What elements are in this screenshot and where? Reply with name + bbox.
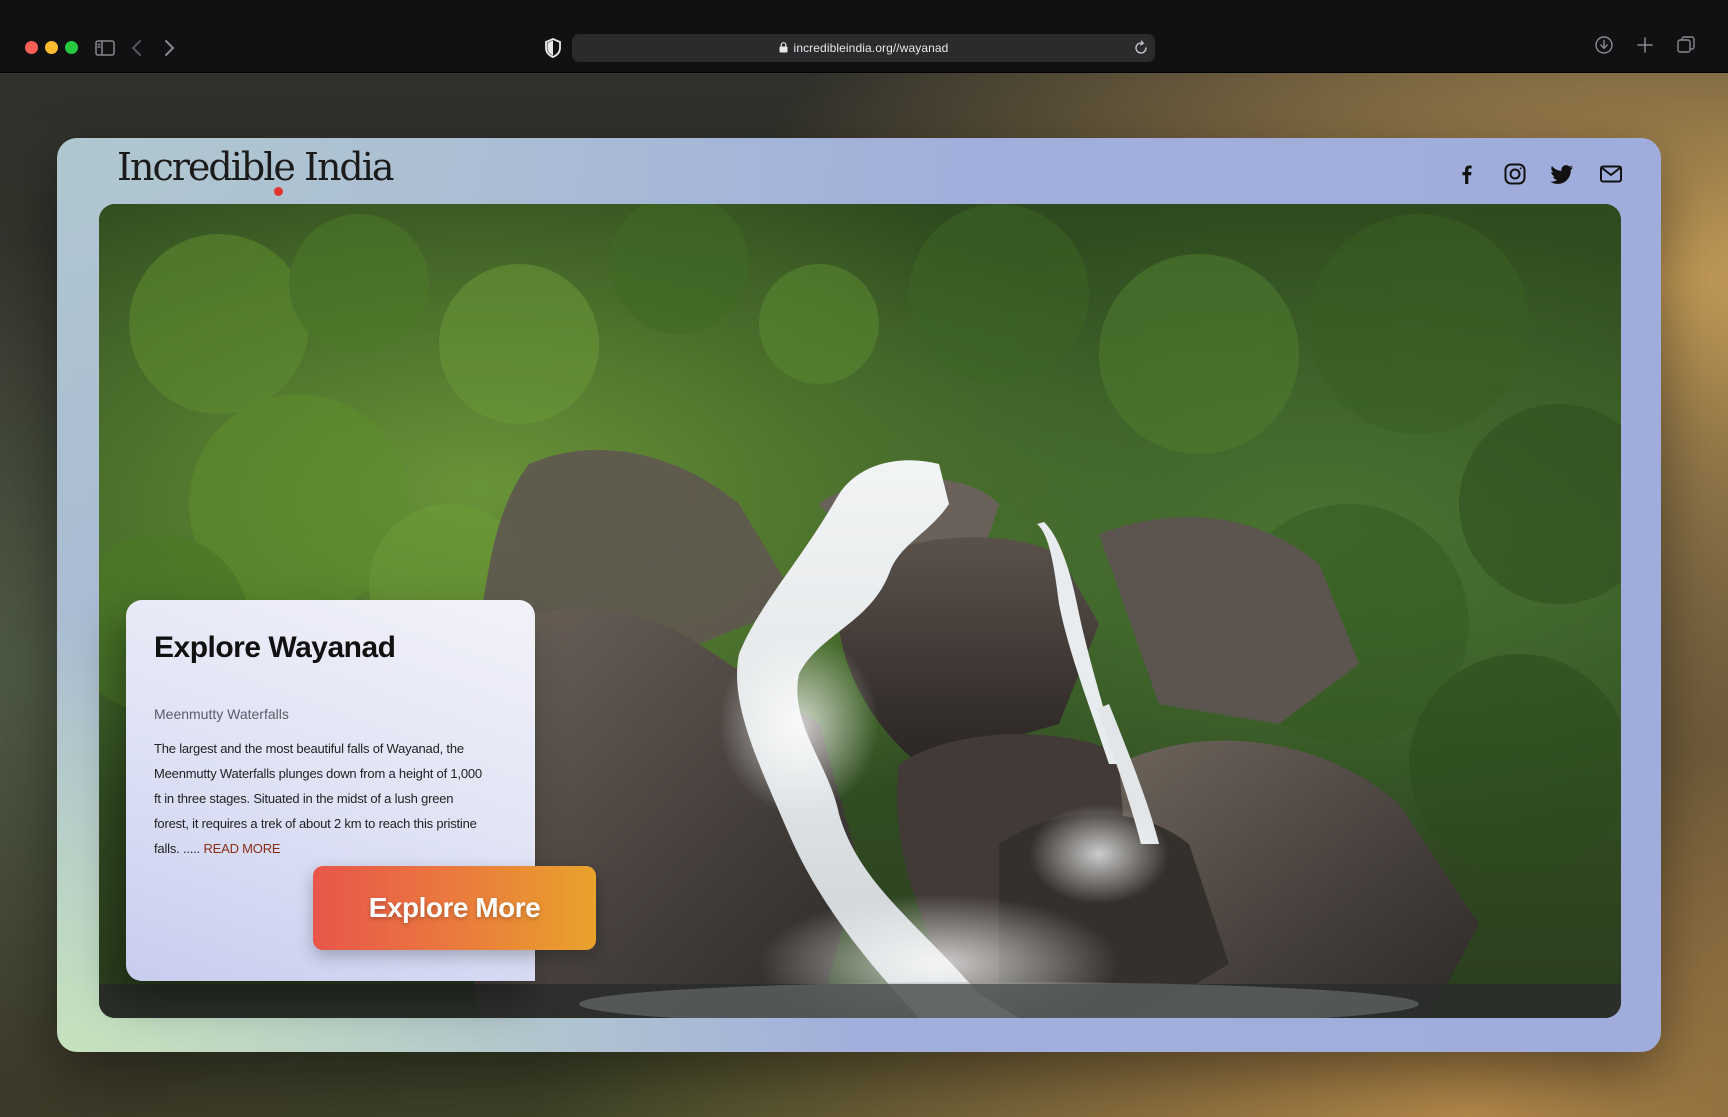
privacy-shield-icon[interactable] (544, 38, 562, 58)
address-bar[interactable]: incredibleindia.org//wayanad (572, 34, 1155, 62)
read-more-link[interactable]: READ MORE (203, 841, 280, 856)
minimize-window-button[interactable] (45, 41, 58, 54)
url-label: incredibleindia.org//wayanad (793, 41, 949, 55)
logo-dot (274, 187, 283, 196)
instagram-icon[interactable] (1502, 161, 1528, 187)
forward-arrow-icon[interactable] (162, 38, 176, 58)
tab-overview-icon[interactable] (1676, 35, 1696, 55)
explore-more-button[interactable]: Explore More (313, 866, 596, 950)
twitter-icon[interactable] (1549, 161, 1575, 187)
url-text: incredibleindia.org//wayanad (572, 41, 1155, 55)
downloads-icon[interactable] (1594, 35, 1614, 55)
browser-toolbar: incredibleindia.org//wayanad (0, 0, 1728, 73)
site-logo[interactable]: Incredible India (117, 148, 395, 186)
destination-subtitle: Meenmutty Waterfalls (154, 706, 289, 722)
destination-description: The largest and the most beautiful falls… (154, 736, 490, 861)
back-arrow-icon[interactable] (130, 38, 144, 58)
facebook-icon[interactable] (1454, 161, 1480, 187)
reload-icon[interactable] (1133, 40, 1149, 56)
maximize-window-button[interactable] (65, 41, 78, 54)
mail-icon[interactable] (1598, 161, 1624, 187)
new-tab-icon[interactable] (1635, 35, 1655, 55)
sidebar-toggle-icon[interactable] (95, 40, 115, 56)
close-window-button[interactable] (25, 41, 38, 54)
destination-title: Explore Wayanad (154, 631, 396, 664)
description-text: The largest and the most beautiful falls… (154, 741, 482, 856)
lock-icon (779, 42, 788, 53)
